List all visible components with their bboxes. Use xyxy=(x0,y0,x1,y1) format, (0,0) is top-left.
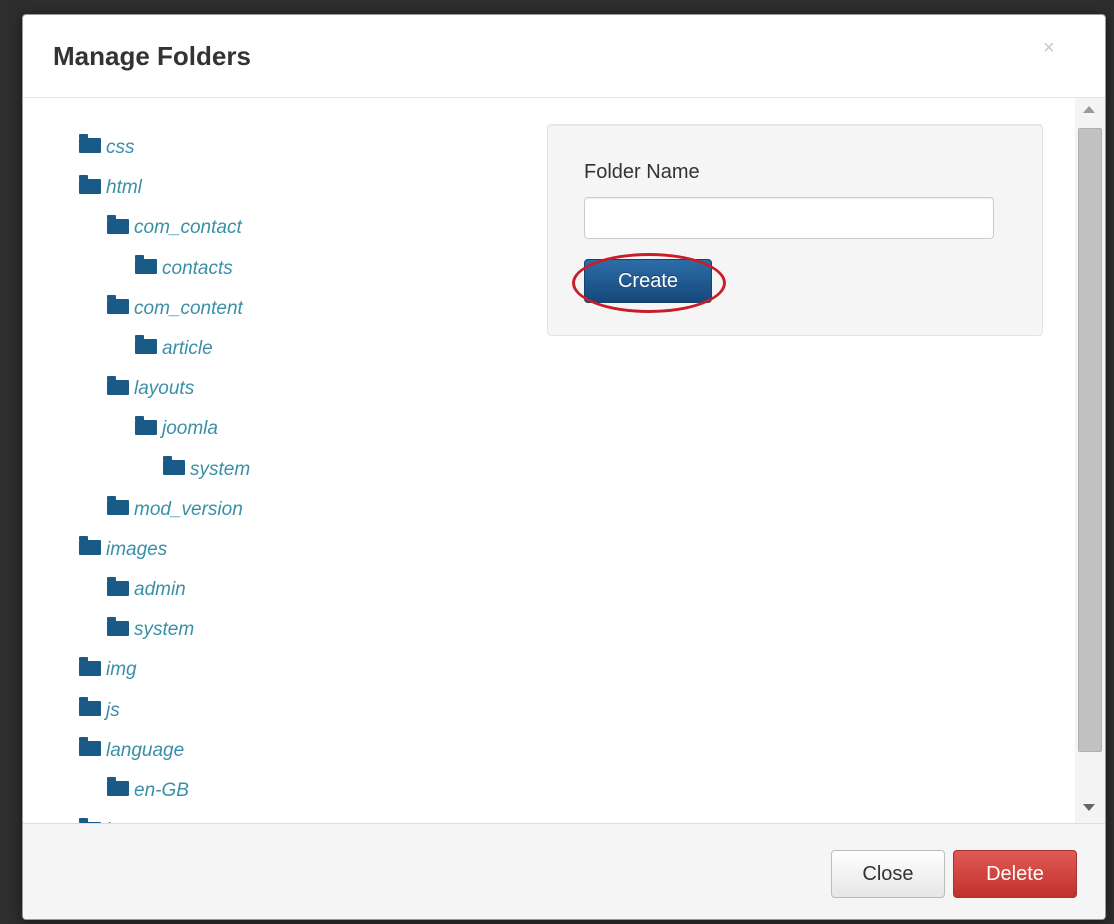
folder-tree-item[interactable]: system xyxy=(79,610,499,650)
folder-icon xyxy=(79,134,101,154)
folder-name-input[interactable] xyxy=(584,197,994,239)
folder-tree-item[interactable]: layouts xyxy=(79,369,499,409)
folder-tree-item[interactable]: system xyxy=(79,450,499,490)
folder-tree-item[interactable]: joomla xyxy=(79,409,499,449)
folder-icon xyxy=(79,697,101,717)
folder-tree-label: language xyxy=(106,739,185,761)
folder-tree-item[interactable]: contacts xyxy=(79,249,499,289)
folder-tree-item[interactable]: img xyxy=(79,650,499,690)
folder-icon xyxy=(107,496,129,516)
folder-icon xyxy=(79,174,101,194)
scrollbar-thumb[interactable] xyxy=(1078,128,1102,752)
folder-tree-label: system xyxy=(190,458,251,480)
folder-tree-label: css xyxy=(106,137,135,158)
folder-tree-label: com_content xyxy=(134,297,243,319)
folder-tree-item[interactable]: css xyxy=(79,128,499,168)
folder-tree-item[interactable]: mod_version xyxy=(79,490,499,530)
dialog-header: Manage Folders × xyxy=(23,15,1105,98)
folder-tree-label: js xyxy=(106,699,120,721)
folder-tree-label: html xyxy=(106,177,142,199)
delete-button[interactable]: Delete xyxy=(953,850,1077,898)
folder-icon xyxy=(135,335,157,355)
dialog-footer: Close Delete xyxy=(23,823,1105,919)
folder-tree-item[interactable]: admin xyxy=(79,570,499,610)
folder-icon xyxy=(107,375,129,395)
folder-tree-label: layouts xyxy=(134,378,195,400)
folder-tree-label: article xyxy=(162,337,213,359)
folder-tree-label: en-GB xyxy=(134,780,189,801)
folder-name-label: Folder Name xyxy=(584,161,700,183)
scroll-up-icon[interactable] xyxy=(1083,106,1095,113)
folder-icon xyxy=(135,415,157,435)
folder-tree-label: images xyxy=(106,538,168,560)
folder-tree-item[interactable]: com_contact xyxy=(79,208,499,248)
folder-icon xyxy=(79,656,101,676)
folder-icon xyxy=(79,737,101,757)
folder-tree-item[interactable]: js xyxy=(79,691,499,731)
close-icon[interactable]: × xyxy=(1043,37,1055,60)
folder-tree-item[interactable]: article xyxy=(79,329,499,369)
scrollbar[interactable] xyxy=(1075,98,1105,823)
scroll-down-icon[interactable] xyxy=(1083,804,1095,811)
folder-tree-item[interactable]: less xyxy=(79,811,499,823)
folder-tree-label: admin xyxy=(134,579,186,601)
close-button[interactable]: Close xyxy=(831,850,945,898)
create-button[interactable]: Create xyxy=(584,259,712,303)
manage-folders-dialog: Manage Folders × css html com_contactconta… xyxy=(22,14,1106,920)
folder-tree-label: mod_version xyxy=(134,498,243,520)
folder-tree-label: img xyxy=(106,659,137,681)
folder-tree-item[interactable]: en-GB xyxy=(79,771,499,811)
folder-tree-label: joomla xyxy=(162,418,218,440)
folder-icon xyxy=(135,255,157,275)
folder-tree-item[interactable]: com_content xyxy=(79,289,499,329)
folder-icon xyxy=(79,536,101,556)
folder-tree: css html com_contact contacts com_contentart… xyxy=(79,128,499,823)
folder-tree-item[interactable]: images xyxy=(79,530,499,570)
folder-tree-label: system xyxy=(134,619,195,641)
folder-tree-label: contacts xyxy=(162,257,233,279)
folder-icon xyxy=(107,576,129,596)
folder-tree-item[interactable]: html xyxy=(79,168,499,208)
folder-icon xyxy=(107,295,129,315)
folder-icon xyxy=(107,777,129,797)
folder-tree-label: com_contact xyxy=(134,217,242,239)
folder-icon xyxy=(107,214,129,234)
dialog-title: Manage Folders xyxy=(53,41,251,71)
folder-icon xyxy=(107,616,129,636)
dialog-body: css html com_contact contacts com_contentart… xyxy=(23,98,1105,823)
folder-tree-item[interactable]: language xyxy=(79,731,499,771)
folder-icon xyxy=(163,455,185,475)
new-folder-form: Folder Name Create xyxy=(547,124,1043,336)
